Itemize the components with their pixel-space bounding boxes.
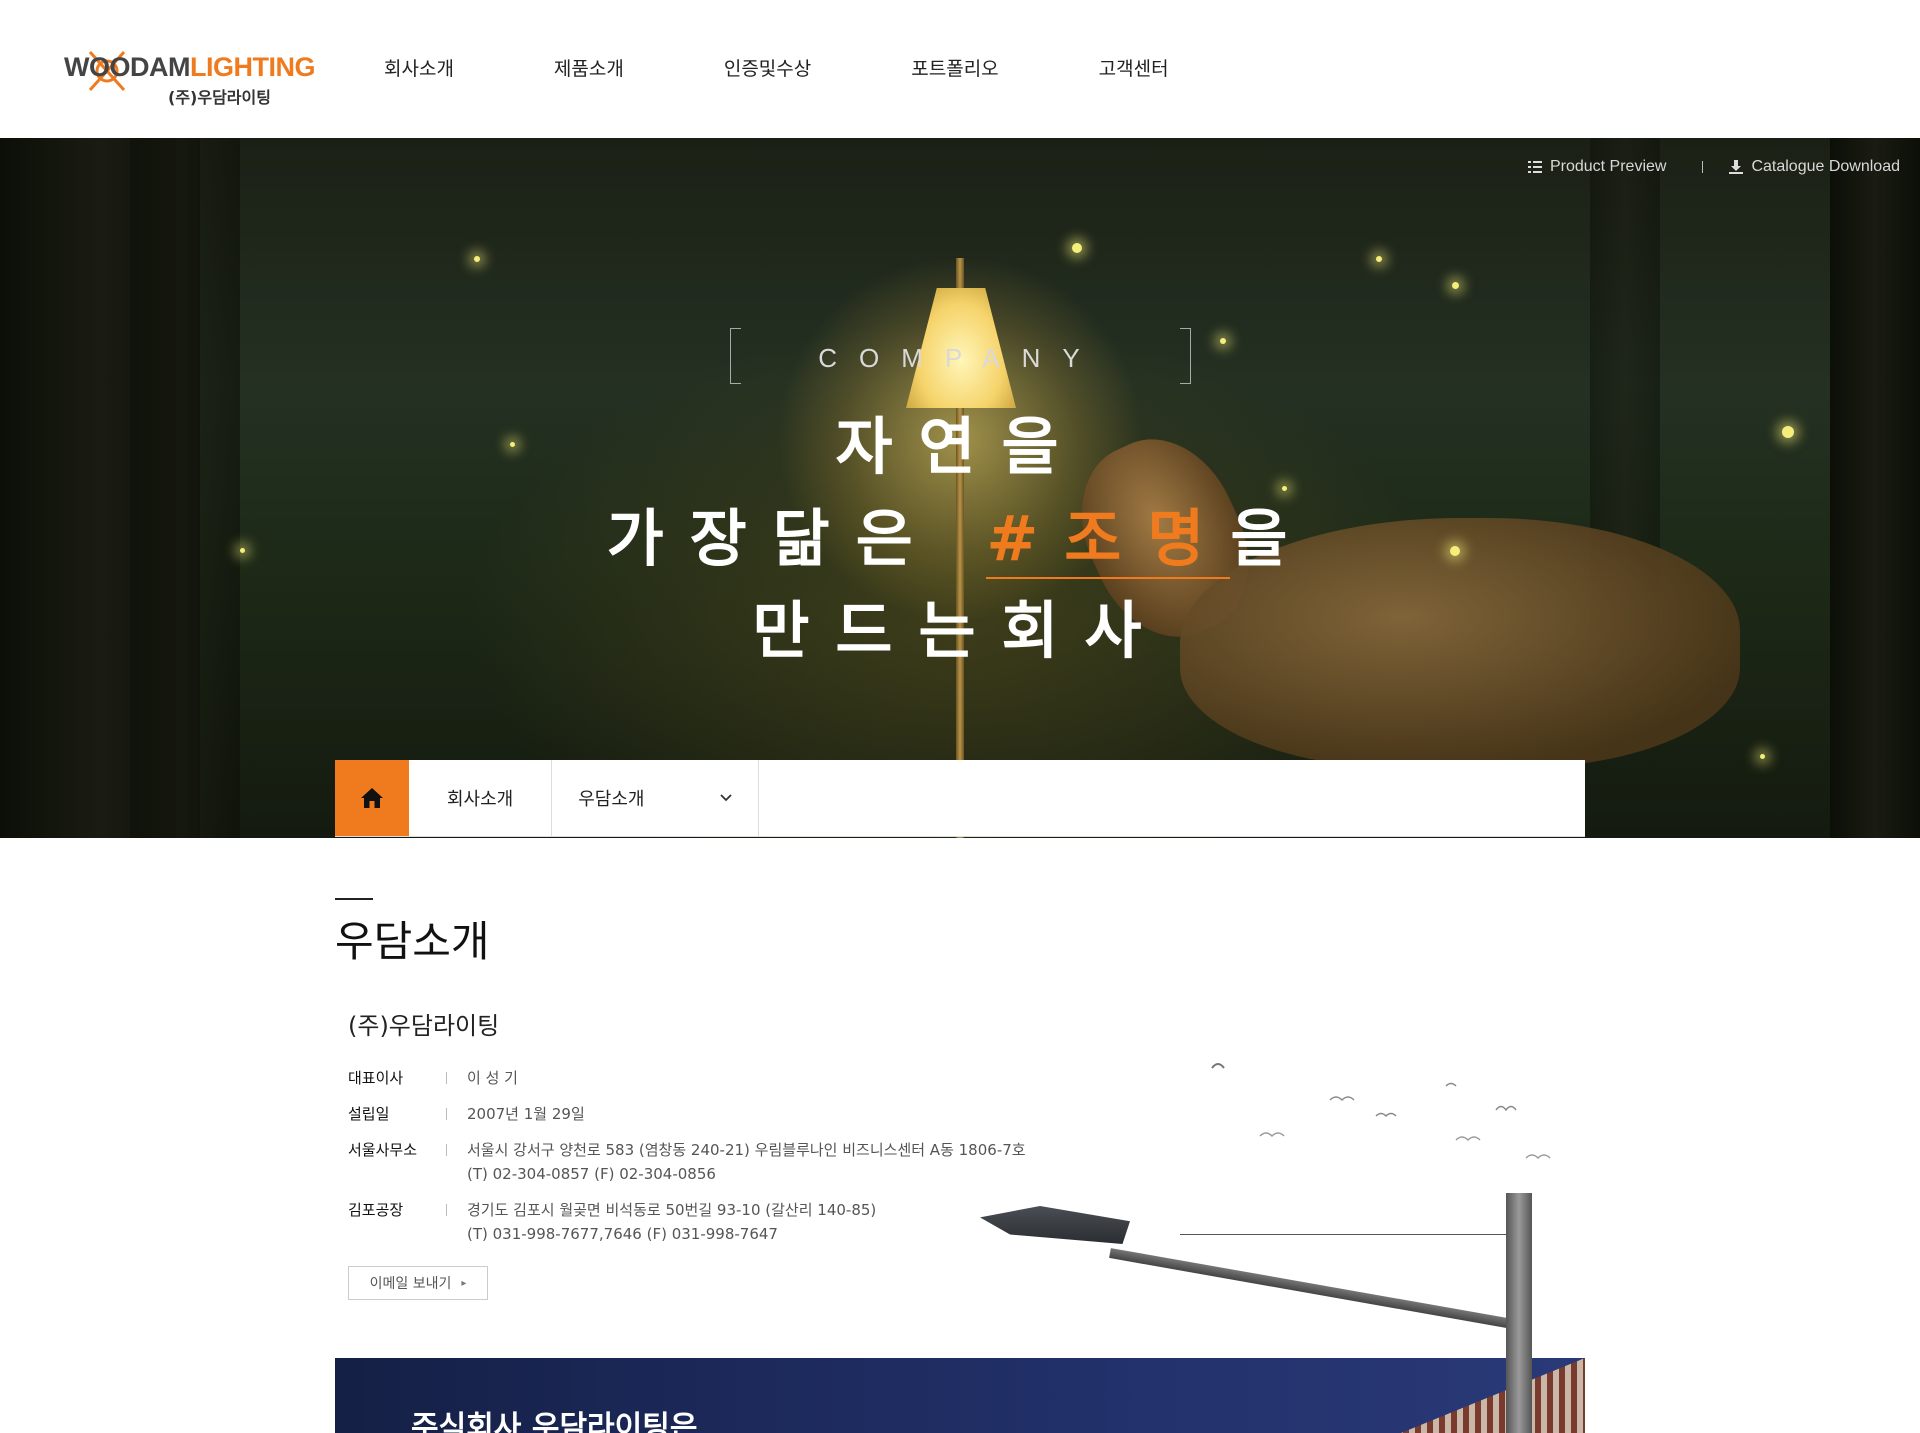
info-label: 김포공장 [348,1201,404,1219]
list-icon [1527,161,1542,173]
company-name: (주)우담라이팅 [348,1012,500,1040]
nav-item-products[interactable]: 제품소개 [554,54,624,81]
chevron-down-icon [720,794,732,802]
link-divider [1702,161,1704,173]
info-divider [446,1108,447,1120]
catalogue-download-link[interactable]: Catalogue Download [1729,158,1900,176]
info-row-ceo: 대표이사 이 성 기 [348,1066,1026,1090]
main-nav: 회사소개 제품소개 인증및수상 포트폴리오 고객센터 [384,54,1269,81]
logo[interactable]: WOODAMLIGHTING (주)우담라이팅 [64,48,315,108]
hero-line-2-start: 가장닮은 [606,502,939,575]
firefly [474,256,480,262]
info-phone: (T) 02-304-0857 (F) 02-304-0856 [467,1165,716,1183]
firefly [1760,754,1765,759]
info-label: 대표이사 [348,1069,404,1087]
info-divider [446,1204,447,1216]
info-address: 경기도 김포시 월곶면 비석동로 50번길 93-10 (갈산리 140-85) [467,1201,877,1219]
hero-line-2-end: 을 [1230,502,1314,575]
logo-subtext: (주)우담라이팅 [168,88,271,107]
site-header: WOODAMLIGHTING (주)우담라이팅 회사소개 제품소개 인증및수상 … [0,0,1920,138]
logo-text-orange: LIGHTING [189,52,316,82]
info-value: 이 성 기 [467,1069,518,1087]
product-preview-link[interactable]: Product Preview [1527,158,1667,176]
breadcrumb: 회사소개 우담소개 [335,760,1585,837]
lamp-pole [1506,1193,1532,1433]
send-email-button[interactable]: 이메일 보내기 ▸ [348,1266,488,1300]
title-accent-line [335,898,373,900]
hero-line-3: 만드는회사 [752,594,1168,667]
lamp-wire [1180,1234,1510,1235]
firefly [1376,256,1382,262]
hero-highlight: #조명 [986,502,1231,579]
info-row-gimpo-factory: 김포공장 경기도 김포시 월곶면 비석동로 50번길 93-10 (갈산리 14… [348,1198,1026,1246]
nav-item-portfolio[interactable]: 포트폴리오 [911,54,998,81]
logo-text-dark: WOODAM [64,52,190,82]
product-preview-label: Product Preview [1549,158,1667,175]
info-value: 2007년 1월 29일 [467,1105,585,1123]
firefly [1452,282,1459,289]
birds-illustration [1211,1063,1551,1160]
nav-item-certifications[interactable]: 인증및수상 [724,54,811,81]
banner-heading: 주식회사 우담라이팅은 [411,1410,698,1433]
breadcrumb-level2-select[interactable]: 우담소개 [552,760,760,836]
hero-line-2: 가장닮은 #조명을 [0,488,1920,579]
info-row-seoul-office: 서울사무소 서울시 강서구 양천로 583 (염창동 240-21) 우림블루나… [348,1138,1026,1186]
hero-quick-links: Product Preview Catalogue Download [1527,158,1900,176]
company-intro-banner: 주식회사 우담라이팅은 [335,1358,1585,1433]
info-phone: (T) 031-998-7677,7646 (F) 031-998-7647 [467,1225,778,1243]
breadcrumb-level2-label: 우담소개 [578,789,645,810]
home-icon [361,788,383,808]
info-value-block: 서울시 강서구 양천로 583 (염창동 240-21) 우림블루나인 비즈니스… [467,1138,1026,1186]
catalogue-download-label: Catalogue Download [1751,158,1900,175]
info-label: 서울사무소 [348,1141,418,1159]
lamp-arm [1109,1248,1515,1330]
info-divider [446,1072,447,1084]
breadcrumb-level1[interactable]: 회사소개 [409,760,553,836]
info-row-founded: 설립일 2007년 1월 29일 [348,1102,1026,1126]
banner-roof-image [1401,1358,1585,1433]
page-title: 우담소개 [335,917,490,966]
info-address: 서울시 강서구 양천로 583 (염창동 240-21) 우림블루나인 비즈니스… [467,1141,1026,1159]
hero-subtitle: COMPANY [818,343,1102,373]
info-divider [446,1144,447,1156]
company-info: 대표이사 이 성 기 설립일 2007년 1월 29일 서울사무소 서울시 강서… [348,1066,1026,1258]
chevron-right-icon: ▸ [461,1277,467,1289]
hero-banner: Product Preview Catalogue Download COMPA… [0,138,1920,838]
hero-line-1: 자연을 [835,410,1085,483]
download-icon [1729,160,1744,174]
nav-item-support[interactable]: 고객센터 [1099,54,1169,81]
logo-text: WOODAMLIGHTING [64,52,315,83]
firefly [1072,243,1082,253]
breadcrumb-home[interactable] [335,760,409,836]
info-label: 설립일 [348,1105,390,1123]
nav-item-company[interactable]: 회사소개 [384,54,454,81]
send-email-label: 이메일 보내기 [369,1276,452,1292]
info-value-block: 경기도 김포시 월곶면 비석동로 50번길 93-10 (갈산리 140-85)… [467,1198,876,1246]
